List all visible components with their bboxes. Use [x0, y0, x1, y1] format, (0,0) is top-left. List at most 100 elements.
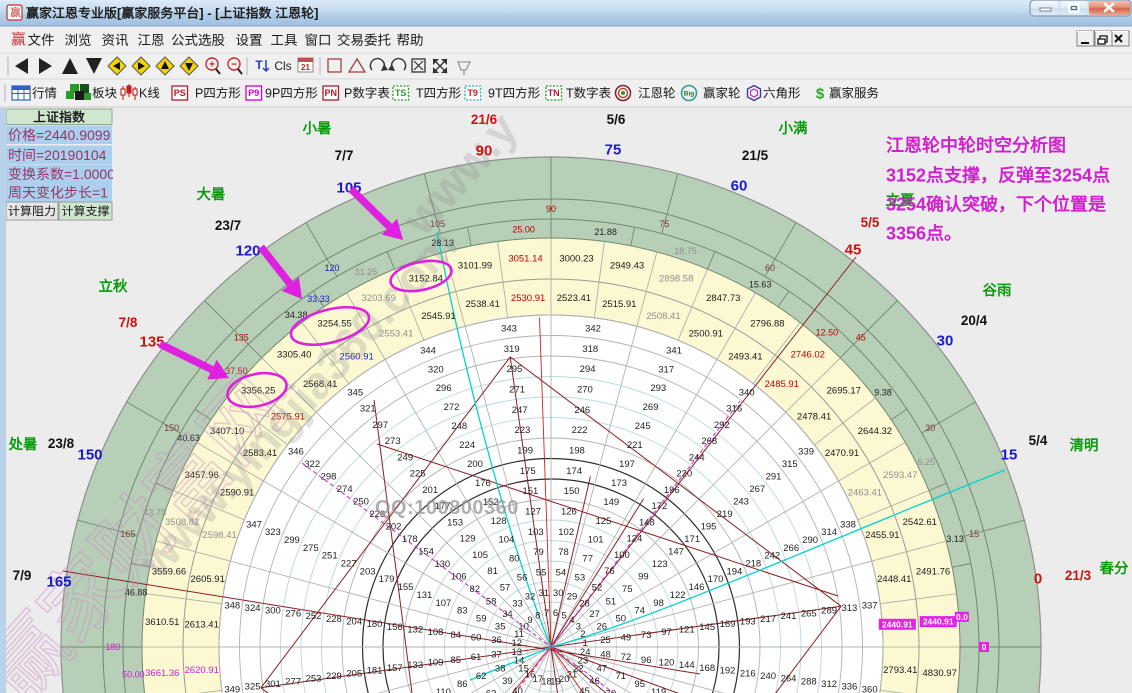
- svg-text:5/6: 5/6: [607, 112, 626, 127]
- svg-text:81: 81: [487, 566, 498, 577]
- svg-text:300: 300: [265, 606, 281, 617]
- svg-text:104: 104: [498, 535, 514, 546]
- svg-text:124: 124: [626, 534, 642, 545]
- svg-text:2530.91: 2530.91: [511, 293, 545, 304]
- svg-text:15.63: 15.63: [749, 280, 772, 290]
- svg-text:62: 62: [476, 671, 487, 682]
- svg-text:323: 323: [265, 527, 281, 538]
- svg-text:157: 157: [387, 663, 403, 674]
- svg-text:147: 147: [668, 547, 684, 558]
- svg-text:290: 290: [802, 535, 818, 546]
- svg-text:171: 171: [684, 534, 700, 545]
- svg-text:318: 318: [582, 344, 598, 355]
- svg-text:PS: PS: [174, 88, 186, 98]
- svg-text:QQ:100800360: QQ:100800360: [375, 497, 519, 519]
- svg-text:120: 120: [659, 658, 675, 669]
- svg-text:7/8: 7/8: [119, 315, 138, 330]
- svg-text:32: 32: [525, 592, 536, 603]
- svg-text:101: 101: [588, 535, 604, 546]
- svg-text:45: 45: [856, 333, 866, 343]
- svg-text:31.25: 31.25: [355, 267, 378, 277]
- svg-text:133: 133: [407, 660, 423, 671]
- svg-text:Big: Big: [684, 90, 695, 97]
- svg-text:60: 60: [471, 633, 482, 644]
- svg-text:2746.02: 2746.02: [791, 350, 825, 361]
- svg-text:55: 55: [536, 568, 547, 579]
- svg-text:98: 98: [653, 598, 664, 609]
- svg-text:4830.97: 4830.97: [923, 668, 957, 679]
- svg-text:203: 203: [360, 566, 376, 577]
- svg-text:54: 54: [556, 568, 567, 579]
- svg-text:127: 127: [525, 507, 541, 518]
- svg-text:155: 155: [398, 582, 414, 593]
- svg-text:50.00: 50.00: [122, 670, 145, 680]
- svg-text:153: 153: [447, 517, 463, 528]
- svg-text:348: 348: [224, 600, 240, 611]
- svg-text:3101.99: 3101.99: [458, 260, 492, 271]
- svg-text:80: 80: [509, 554, 520, 565]
- svg-text:77: 77: [582, 554, 593, 565]
- svg-text:50: 50: [616, 614, 627, 625]
- svg-text:3610.51: 3610.51: [145, 617, 179, 628]
- svg-text:216: 216: [740, 668, 756, 679]
- svg-text:148: 148: [639, 517, 655, 528]
- svg-text:59: 59: [476, 614, 487, 625]
- svg-text:299: 299: [284, 535, 300, 546]
- svg-text:276: 276: [285, 608, 301, 619]
- svg-text:T: T: [255, 58, 263, 72]
- svg-text:336: 336: [841, 682, 857, 693]
- svg-text:5: 5: [562, 611, 567, 622]
- svg-text:193: 193: [740, 616, 756, 627]
- svg-text:268: 268: [701, 436, 717, 447]
- svg-text:247: 247: [512, 405, 528, 416]
- svg-text:192: 192: [720, 666, 736, 677]
- svg-text:−: −: [231, 60, 237, 71]
- svg-text:265: 265: [801, 608, 817, 619]
- svg-text:33: 33: [512, 599, 523, 610]
- svg-text:2463.41: 2463.41: [848, 488, 882, 499]
- svg-text:2605.91: 2605.91: [191, 574, 225, 585]
- svg-text:52: 52: [592, 582, 603, 593]
- svg-text:2620.91: 2620.91: [185, 665, 219, 676]
- svg-text:7: 7: [544, 608, 549, 619]
- svg-text:100: 100: [614, 550, 630, 561]
- svg-text:249: 249: [397, 452, 413, 463]
- svg-text:2491.76: 2491.76: [916, 566, 950, 577]
- svg-text:266: 266: [783, 543, 799, 554]
- svg-text:35: 35: [495, 621, 506, 632]
- svg-text:135: 135: [234, 333, 249, 343]
- svg-text:110: 110: [436, 687, 451, 693]
- svg-text:3: 3: [576, 621, 581, 632]
- svg-text:314: 314: [821, 527, 837, 538]
- svg-text:2500.91: 2500.91: [689, 328, 723, 339]
- svg-text:83: 83: [457, 606, 468, 617]
- svg-text:181: 181: [367, 666, 383, 677]
- svg-text:2455.91: 2455.91: [865, 530, 899, 541]
- svg-text:297: 297: [372, 420, 388, 431]
- svg-text:2949.43: 2949.43: [610, 260, 644, 271]
- svg-text:74: 74: [634, 606, 645, 617]
- svg-text:25: 25: [600, 635, 611, 646]
- svg-text:125: 125: [595, 516, 611, 527]
- svg-text:21/5: 21/5: [742, 148, 769, 163]
- svg-text:2898.58: 2898.58: [659, 274, 693, 285]
- svg-text:2508.41: 2508.41: [646, 311, 680, 322]
- svg-text:33.33: 33.33: [307, 294, 330, 304]
- svg-text:8: 8: [535, 611, 540, 622]
- svg-text:63: 63: [486, 688, 497, 693]
- svg-text:TS: TS: [395, 88, 407, 98]
- svg-text:165: 165: [120, 529, 135, 539]
- svg-text:85: 85: [451, 655, 462, 666]
- svg-text:144: 144: [679, 660, 695, 671]
- svg-text:150: 150: [164, 423, 179, 433]
- svg-text:172: 172: [651, 501, 667, 512]
- svg-text:T9: T9: [467, 88, 478, 98]
- svg-text:105: 105: [472, 550, 488, 561]
- svg-text:339: 339: [798, 447, 814, 458]
- svg-text:7/9: 7/9: [13, 568, 32, 583]
- svg-text:343: 343: [501, 324, 517, 335]
- svg-text:273: 273: [385, 436, 401, 447]
- svg-text:21/3: 21/3: [1065, 568, 1092, 583]
- svg-text:2440.91: 2440.91: [923, 617, 954, 627]
- svg-text:=2440.9099: =2440.9099: [36, 127, 111, 143]
